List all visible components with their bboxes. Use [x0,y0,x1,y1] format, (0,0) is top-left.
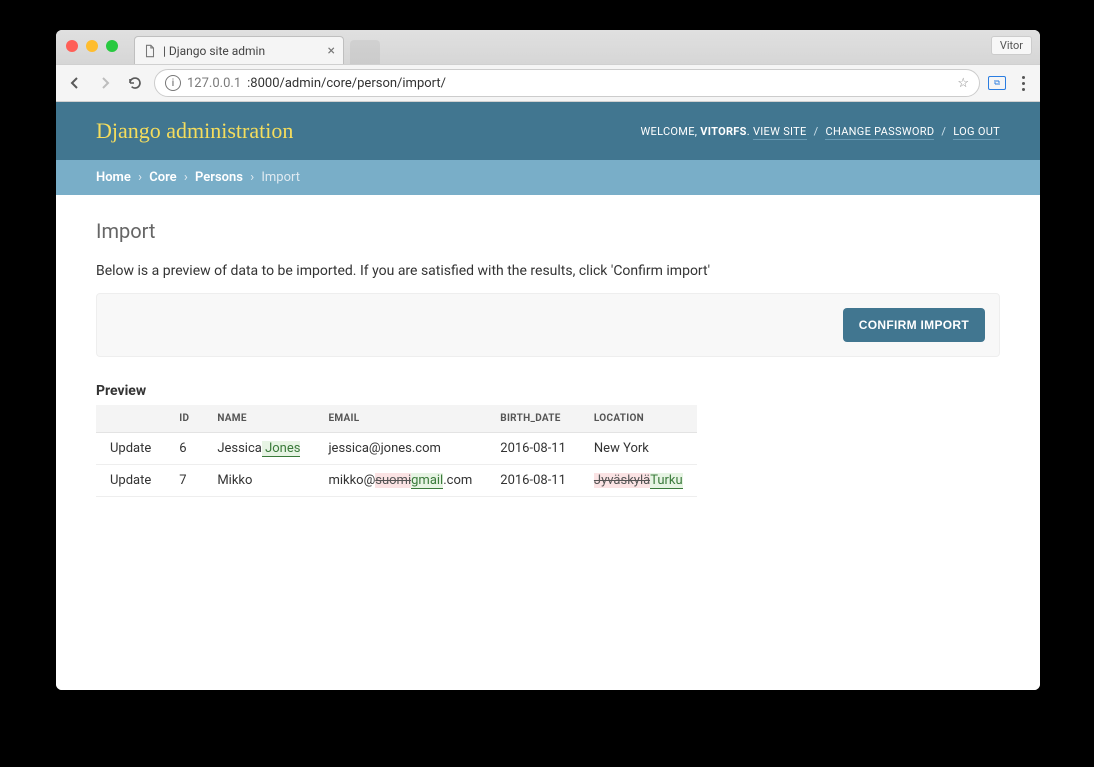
cell-action: Update [96,433,165,465]
col-location: LOCATION [580,405,697,433]
col-birthdate: BIRTH_DATE [486,405,580,433]
cell-birthdate: 2016-08-11 [486,433,580,465]
cell-location: New York [580,433,697,465]
breadcrumb-app[interactable]: Core [149,170,176,185]
content-main: Import Below is a preview of data to be … [56,195,1040,521]
preview-description: Below is a preview of data to be importe… [96,263,1000,279]
url-path: :8000/admin/core/person/import/ [247,76,446,91]
diff-insert: Jones [262,441,301,457]
cell-name: Jessica Jones [203,433,314,465]
col-name: NAME [203,405,314,433]
page-content: Django administration WELCOME, VITORFS. … [56,102,1040,690]
diff-insert: Turku [650,473,682,489]
table-row: Update 7 Mikko mikko@suomigmail.com 2016… [96,465,697,497]
table-header-row: ID NAME EMAIL BIRTH_DATE LOCATION [96,405,697,433]
cell-id: 6 [165,433,203,465]
profile-badge[interactable]: Vitor [991,36,1032,55]
maximize-window-button[interactable] [106,40,118,52]
username: VITORFS [700,125,746,138]
user-tools: WELCOME, VITORFS. VIEW SITE / CHANGE PAS… [640,125,1000,138]
diff-insert: gmail [411,473,443,489]
minimize-window-button[interactable] [86,40,98,52]
close-window-button[interactable] [66,40,78,52]
preview-heading: Preview [96,383,1000,399]
cell-birthdate: 2016-08-11 [486,465,580,497]
site-info-icon[interactable]: i [165,75,181,91]
change-password-link[interactable]: CHANGE PASSWORD [825,125,934,140]
page-icon [143,44,157,58]
diff-delete: suomi [375,473,411,488]
new-tab-button[interactable] [350,40,380,64]
browser-window: | Django site admin × Vitor i 127.0.0.1:… [56,30,1040,690]
col-email: EMAIL [314,405,486,433]
breadcrumb-current: Import [261,170,300,185]
cell-id: 7 [165,465,203,497]
diff-delete: Jyväskylä [594,473,650,488]
cell-action: Update [96,465,165,497]
cell-location: JyväskyläTurku [580,465,697,497]
forward-button[interactable] [94,72,116,94]
cell-email: jessica@jones.com [314,433,486,465]
browser-tab[interactable]: | Django site admin × [134,36,344,64]
page-title: Import [96,219,1000,243]
submit-row: CONFIRM IMPORT [96,293,1000,357]
confirm-import-button[interactable]: CONFIRM IMPORT [843,308,985,342]
cell-email: mikko@suomigmail.com [314,465,486,497]
site-title: Django administration [96,118,293,144]
bookmark-icon[interactable]: ☆ [957,76,969,91]
reload-button[interactable] [124,72,146,94]
welcome-label: WELCOME, [640,125,697,138]
admin-header: Django administration WELCOME, VITORFS. … [56,102,1040,160]
breadcrumb-model[interactable]: Persons [195,170,243,185]
tab-title: | Django site admin [163,44,265,58]
close-tab-icon[interactable]: × [328,43,335,59]
separator: / [810,125,823,138]
logout-link[interactable]: LOG OUT [953,125,1000,140]
back-button[interactable] [64,72,86,94]
cell-name: Mikko [203,465,314,497]
browser-toolbar: i 127.0.0.1 :8000/admin/core/person/impor… [56,64,1040,102]
breadcrumb: Home › Core › Persons › Import [56,160,1040,195]
extension-icon[interactable]: ⧉ [988,76,1006,90]
col-action [96,405,165,433]
address-bar[interactable]: i 127.0.0.1 :8000/admin/core/person/impor… [154,69,980,97]
preview-table: ID NAME EMAIL BIRTH_DATE LOCATION Update… [96,405,697,497]
window-controls [66,40,118,52]
view-site-link[interactable]: VIEW SITE [753,125,807,140]
separator: / [937,125,950,138]
breadcrumb-home[interactable]: Home [96,170,131,185]
table-row: Update 6 Jessica Jones jessica@jones.com… [96,433,697,465]
col-id: ID [165,405,203,433]
tab-strip: | Django site admin × Vitor [56,30,1040,64]
browser-menu-icon[interactable] [1014,76,1032,91]
url-host: 127.0.0.1 [187,76,241,91]
